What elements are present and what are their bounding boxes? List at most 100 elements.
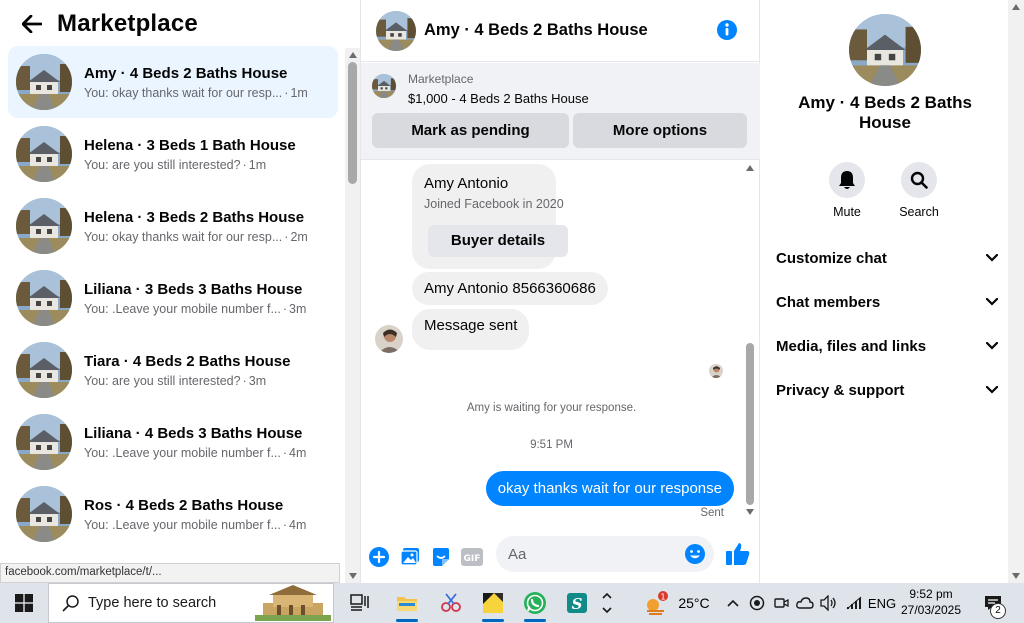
language-indicator[interactable]: ENG: [867, 583, 897, 623]
scroll-up-icon[interactable]: [746, 165, 754, 171]
search-label: Search: [899, 205, 939, 219]
sticky-notes-app[interactable]: [476, 587, 510, 622]
task-view-button[interactable]: [343, 587, 377, 619]
house-avatar: [16, 126, 72, 182]
link-status-bar: facebook.com/marketplace/t/...: [0, 563, 340, 583]
task-view-icon: [350, 594, 369, 611]
mute-button[interactable]: [829, 162, 865, 198]
message-composer: GIF: [361, 531, 760, 583]
conversation-name: Amy · 4 Beds 2 Baths House: [84, 64, 288, 82]
chat-header: Amy · 4 Beds 2 Baths House: [361, 0, 760, 62]
record-tray[interactable]: [746, 583, 768, 623]
show-hidden-icons[interactable]: [724, 583, 742, 623]
weather-widget[interactable]: 1 25°C: [632, 583, 722, 623]
search-action[interactable]: Search: [889, 162, 949, 219]
buyer-card: Amy Antonio Joined Facebook in 2020 Buye…: [412, 164, 568, 269]
svg-text:S: S: [572, 595, 583, 613]
clock-time: 9:52 pm: [909, 587, 953, 601]
chevron-up-icon: [602, 592, 612, 599]
sway-app[interactable]: S: [560, 587, 594, 619]
chat-avatar[interactable]: [376, 11, 416, 51]
conversation-time: 1m: [290, 85, 308, 100]
scroll-down-icon[interactable]: [349, 573, 357, 579]
volume-tray[interactable]: [818, 583, 840, 623]
incoming-message: Amy Antonio 8566360686: [412, 272, 608, 305]
section-chat-members[interactable]: Chat members: [776, 287, 998, 317]
listing-title[interactable]: $1,000 - 4 Beds 2 Baths House: [408, 91, 589, 106]
sticker-icon[interactable]: [429, 545, 453, 569]
scroll-thumb[interactable]: [746, 343, 754, 505]
plus-icon[interactable]: [367, 545, 391, 569]
info-icon[interactable]: [716, 19, 738, 41]
conversation-snippet: You: are you still interested?: [84, 157, 241, 172]
conversation-item[interactable]: Helena · 3 Beds 2 Baths House You: okay …: [8, 190, 338, 262]
conversation-name: Helena · 3 Beds 2 Baths House: [84, 208, 305, 226]
message-scrollbar[interactable]: [742, 161, 758, 521]
gif-icon[interactable]: GIF: [460, 545, 484, 569]
meet-tray[interactable]: [771, 583, 791, 623]
emoji-icon[interactable]: [684, 543, 706, 565]
record-icon: [749, 595, 765, 611]
whatsapp-app[interactable]: [518, 587, 552, 622]
conversation-item[interactable]: Tiara · 4 Beds 2 Baths House You: are yo…: [8, 334, 338, 406]
buyer-name: Amy Antonio: [424, 175, 509, 192]
folder-icon: [397, 597, 417, 611]
conversation-item[interactable]: Liliana · 4 Beds 3 Baths House You: .Lea…: [8, 406, 338, 478]
message-input[interactable]: [496, 536, 676, 572]
network-tray[interactable]: [843, 583, 865, 623]
section-privacy-support[interactable]: Privacy & support: [776, 375, 998, 405]
profile-avatar[interactable]: [849, 14, 921, 86]
mute-action[interactable]: Mute: [817, 162, 877, 219]
section-media-files-links[interactable]: Media, files and links: [776, 331, 998, 361]
scroll-up-icon[interactable]: [349, 52, 357, 58]
conversation-name: Liliana · 3 Beds 3 Baths House: [84, 280, 303, 298]
listing-thumbnail[interactable]: [372, 74, 396, 98]
sender-avatar[interactable]: [375, 325, 403, 353]
conversation-snippet: You: .Leave your mobile number f...: [84, 445, 281, 460]
buyer-details-button[interactable]: Buyer details: [428, 225, 568, 257]
left-header: Marketplace: [0, 0, 345, 48]
house-avatar: [16, 342, 72, 398]
file-explorer-app[interactable]: [390, 587, 424, 622]
conversation-time: 3m: [248, 373, 267, 388]
conversation-item[interactable]: Liliana · 3 Beds 3 Baths House You: .Lea…: [8, 262, 338, 334]
conversation-scrollbar[interactable]: [345, 48, 360, 583]
snipping-app[interactable]: [434, 587, 468, 619]
scroll-up-icon[interactable]: [1012, 4, 1020, 10]
notification-count: 2: [990, 603, 1006, 619]
conversation-item[interactable]: Amy · 4 Beds 2 Baths House You: okay tha…: [8, 46, 338, 118]
scroll-thumb[interactable]: [348, 62, 357, 184]
scroll-down-icon[interactable]: [746, 509, 754, 515]
marketplace-label: Marketplace: [408, 72, 474, 86]
chat-pane: Amy · 4 Beds 2 Baths House Marketplace $…: [361, 0, 760, 583]
scroll-down-icon[interactable]: [1012, 573, 1020, 579]
taskbar-clock[interactable]: 9:52 pm 27/03/2025: [896, 586, 966, 618]
chat-title[interactable]: Amy · 4 Beds 2 Baths House: [424, 21, 648, 40]
tray-scroll[interactable]: [599, 583, 615, 623]
search-icon: [910, 171, 928, 189]
conversation-time: 4m: [289, 517, 307, 532]
taskbar-search[interactable]: [48, 583, 334, 623]
photo-icon[interactable]: [398, 545, 422, 569]
house-avatar: [16, 270, 72, 326]
more-options-button[interactable]: More options: [573, 113, 747, 148]
mark-pending-button[interactable]: Mark as pending: [372, 113, 569, 148]
sticky-notes-icon: [483, 593, 503, 613]
chevron-down-icon: [602, 607, 612, 614]
back-button[interactable]: [12, 4, 52, 44]
conversation-time: 1m: [248, 157, 267, 172]
search-button[interactable]: [901, 162, 937, 198]
onedrive-tray[interactable]: [794, 583, 816, 623]
conversation-item[interactable]: Helena · 3 Beds 1 Bath House You: are yo…: [8, 118, 338, 190]
taskbar-search-input[interactable]: [88, 595, 248, 611]
message-thread: Amy Antonio Joined Facebook in 2020 Buye…: [361, 161, 760, 531]
info-scrollbar[interactable]: [1008, 0, 1024, 583]
section-customize-chat[interactable]: Customize chat: [776, 243, 998, 273]
message-timestamp: 9:51 PM: [530, 439, 573, 451]
house-avatar: [16, 54, 72, 110]
conversation-item[interactable]: Ros · 4 Beds 2 Baths House You: .Leave y…: [8, 478, 338, 550]
wifi-icon: [846, 596, 862, 610]
thumbs-up-icon[interactable]: [725, 541, 751, 567]
start-button[interactable]: [0, 583, 48, 623]
buyer-joined: Joined Facebook in 2020: [424, 197, 564, 211]
